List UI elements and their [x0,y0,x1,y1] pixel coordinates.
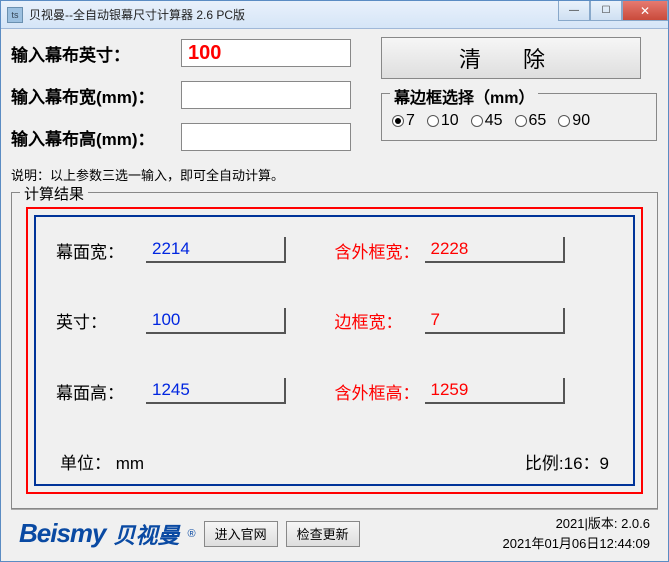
cell-screen-height: 幕面高： 1245 [56,378,335,404]
maximize-button[interactable]: ☐ [590,1,622,21]
version-text: 2021|版本: 2.0.6 [503,514,650,534]
height-input[interactable] [181,123,351,151]
close-button[interactable]: ✕ [622,1,668,21]
logo-cn: 贝视曼 [114,518,180,550]
radio-label: 65 [529,112,547,130]
inner-box: 幕面宽： 2214 含外框宽： 2228 英寸： 100 [34,215,635,486]
border-width-value: 7 [425,308,565,334]
radio-label: 45 [485,112,503,130]
registered-icon: ® [188,528,196,540]
radio-label: 7 [406,112,415,130]
radio-65[interactable]: 65 [515,112,547,130]
result-row-2: 英寸： 100 边框宽： 7 [56,308,613,334]
inch-label: 输入幕布英寸： [11,41,181,66]
clear-button[interactable]: 清 除 [381,37,641,79]
radio-7[interactable]: 7 [392,112,415,130]
radio-dot-icon [515,115,527,127]
update-button[interactable]: 检查更新 [286,521,360,547]
cell-outer-width: 含外框宽： 2228 [335,237,614,263]
footer-right: 2021|版本: 2.0.6 2021年01月06日12:44:09 [503,514,650,553]
radio-dot-icon [427,115,439,127]
input-row-height: 输入幕布高(mm)： [11,123,351,151]
app-window: ts 贝视曼--全自动银幕尺寸计算器 2.6 PC版 — ☐ ✕ 输入幕布英寸：… [0,0,669,562]
footer: Beismy 贝视曼 ® 进入官网 检查更新 2021|版本: 2.0.6 20… [11,509,658,557]
titlebar: ts 贝视曼--全自动银幕尺寸计算器 2.6 PC版 — ☐ ✕ [1,1,668,29]
frame-select-group: 幕边框选择（mm） 7 10 45 65 90 [381,93,657,141]
screen-width-value: 2214 [146,237,286,263]
radio-row: 7 10 45 65 90 [392,112,646,130]
height-label: 输入幕布高(mm)： [11,125,181,150]
unit-text: 单位： mm [60,449,144,474]
screen-height-value: 1245 [146,378,286,404]
screen-width-label: 幕面宽： [56,238,146,263]
radio-label: 10 [441,112,459,130]
ratio-text: 比例:16：9 [525,449,609,474]
inch-input[interactable] [181,39,351,67]
result-inch-label: 英寸： [56,308,146,333]
result-legend: 计算结果 [20,183,88,204]
screen-height-label: 幕面高： [56,379,146,404]
input-column: 输入幕布英寸： 输入幕布宽(mm)： 输入幕布高(mm)： [11,39,351,151]
border-width-label: 边框宽： [335,308,425,333]
logo-en: Beismy [19,518,106,549]
result-inch-value: 100 [146,308,286,334]
right-column: 清 除 幕边框选择（mm） 7 10 45 65 90 [381,35,657,151]
outer-height-value: 1259 [425,378,565,404]
radio-45[interactable]: 45 [471,112,503,130]
cell-outer-height: 含外框高： 1259 [335,378,614,404]
frame-legend: 幕边框选择（mm） [390,84,538,108]
radio-dot-icon [392,115,404,127]
site-button[interactable]: 进入官网 [204,521,278,547]
client-area: 输入幕布英寸： 输入幕布宽(mm)： 输入幕布高(mm)： 清 除 幕边框选择（… [1,29,668,561]
radio-dot-icon [558,115,570,127]
width-label: 输入幕布宽(mm)： [11,83,181,108]
outer-height-label: 含外框高： [335,379,425,404]
result-group: 计算结果 幕面宽： 2214 含外框宽： 2228 [11,192,658,509]
radio-label: 90 [572,112,590,130]
outer-box: 幕面宽： 2214 含外框宽： 2228 英寸： 100 [26,207,643,494]
outer-width-value: 2228 [425,237,565,263]
window-title: 贝视曼--全自动银幕尺寸计算器 2.6 PC版 [29,6,558,23]
outer-width-label: 含外框宽： [335,238,425,263]
result-row-3: 幕面高： 1245 含外框高： 1259 [56,378,613,404]
result-bottom-row: 单位： mm 比例:16：9 [56,449,613,474]
result-row-1: 幕面宽： 2214 含外框宽： 2228 [56,237,613,263]
input-row-inch: 输入幕布英寸： [11,39,351,67]
cell-inch: 英寸： 100 [56,308,335,334]
note-text: 说明：以上参数三选一输入，即可全自动计算。 [11,165,658,184]
cell-screen-width: 幕面宽： 2214 [56,237,335,263]
cell-border-width: 边框宽： 7 [335,308,614,334]
radio-10[interactable]: 10 [427,112,459,130]
input-row-width: 输入幕布宽(mm)： [11,81,351,109]
window-controls: — ☐ ✕ [558,1,668,28]
width-input[interactable] [181,81,351,109]
minimize-button[interactable]: — [558,1,590,21]
radio-90[interactable]: 90 [558,112,590,130]
datetime-text: 2021年01月06日12:44:09 [503,534,650,554]
app-icon: ts [7,7,23,23]
top-area: 输入幕布英寸： 输入幕布宽(mm)： 输入幕布高(mm)： 清 除 幕边框选择（… [11,35,658,151]
radio-dot-icon [471,115,483,127]
